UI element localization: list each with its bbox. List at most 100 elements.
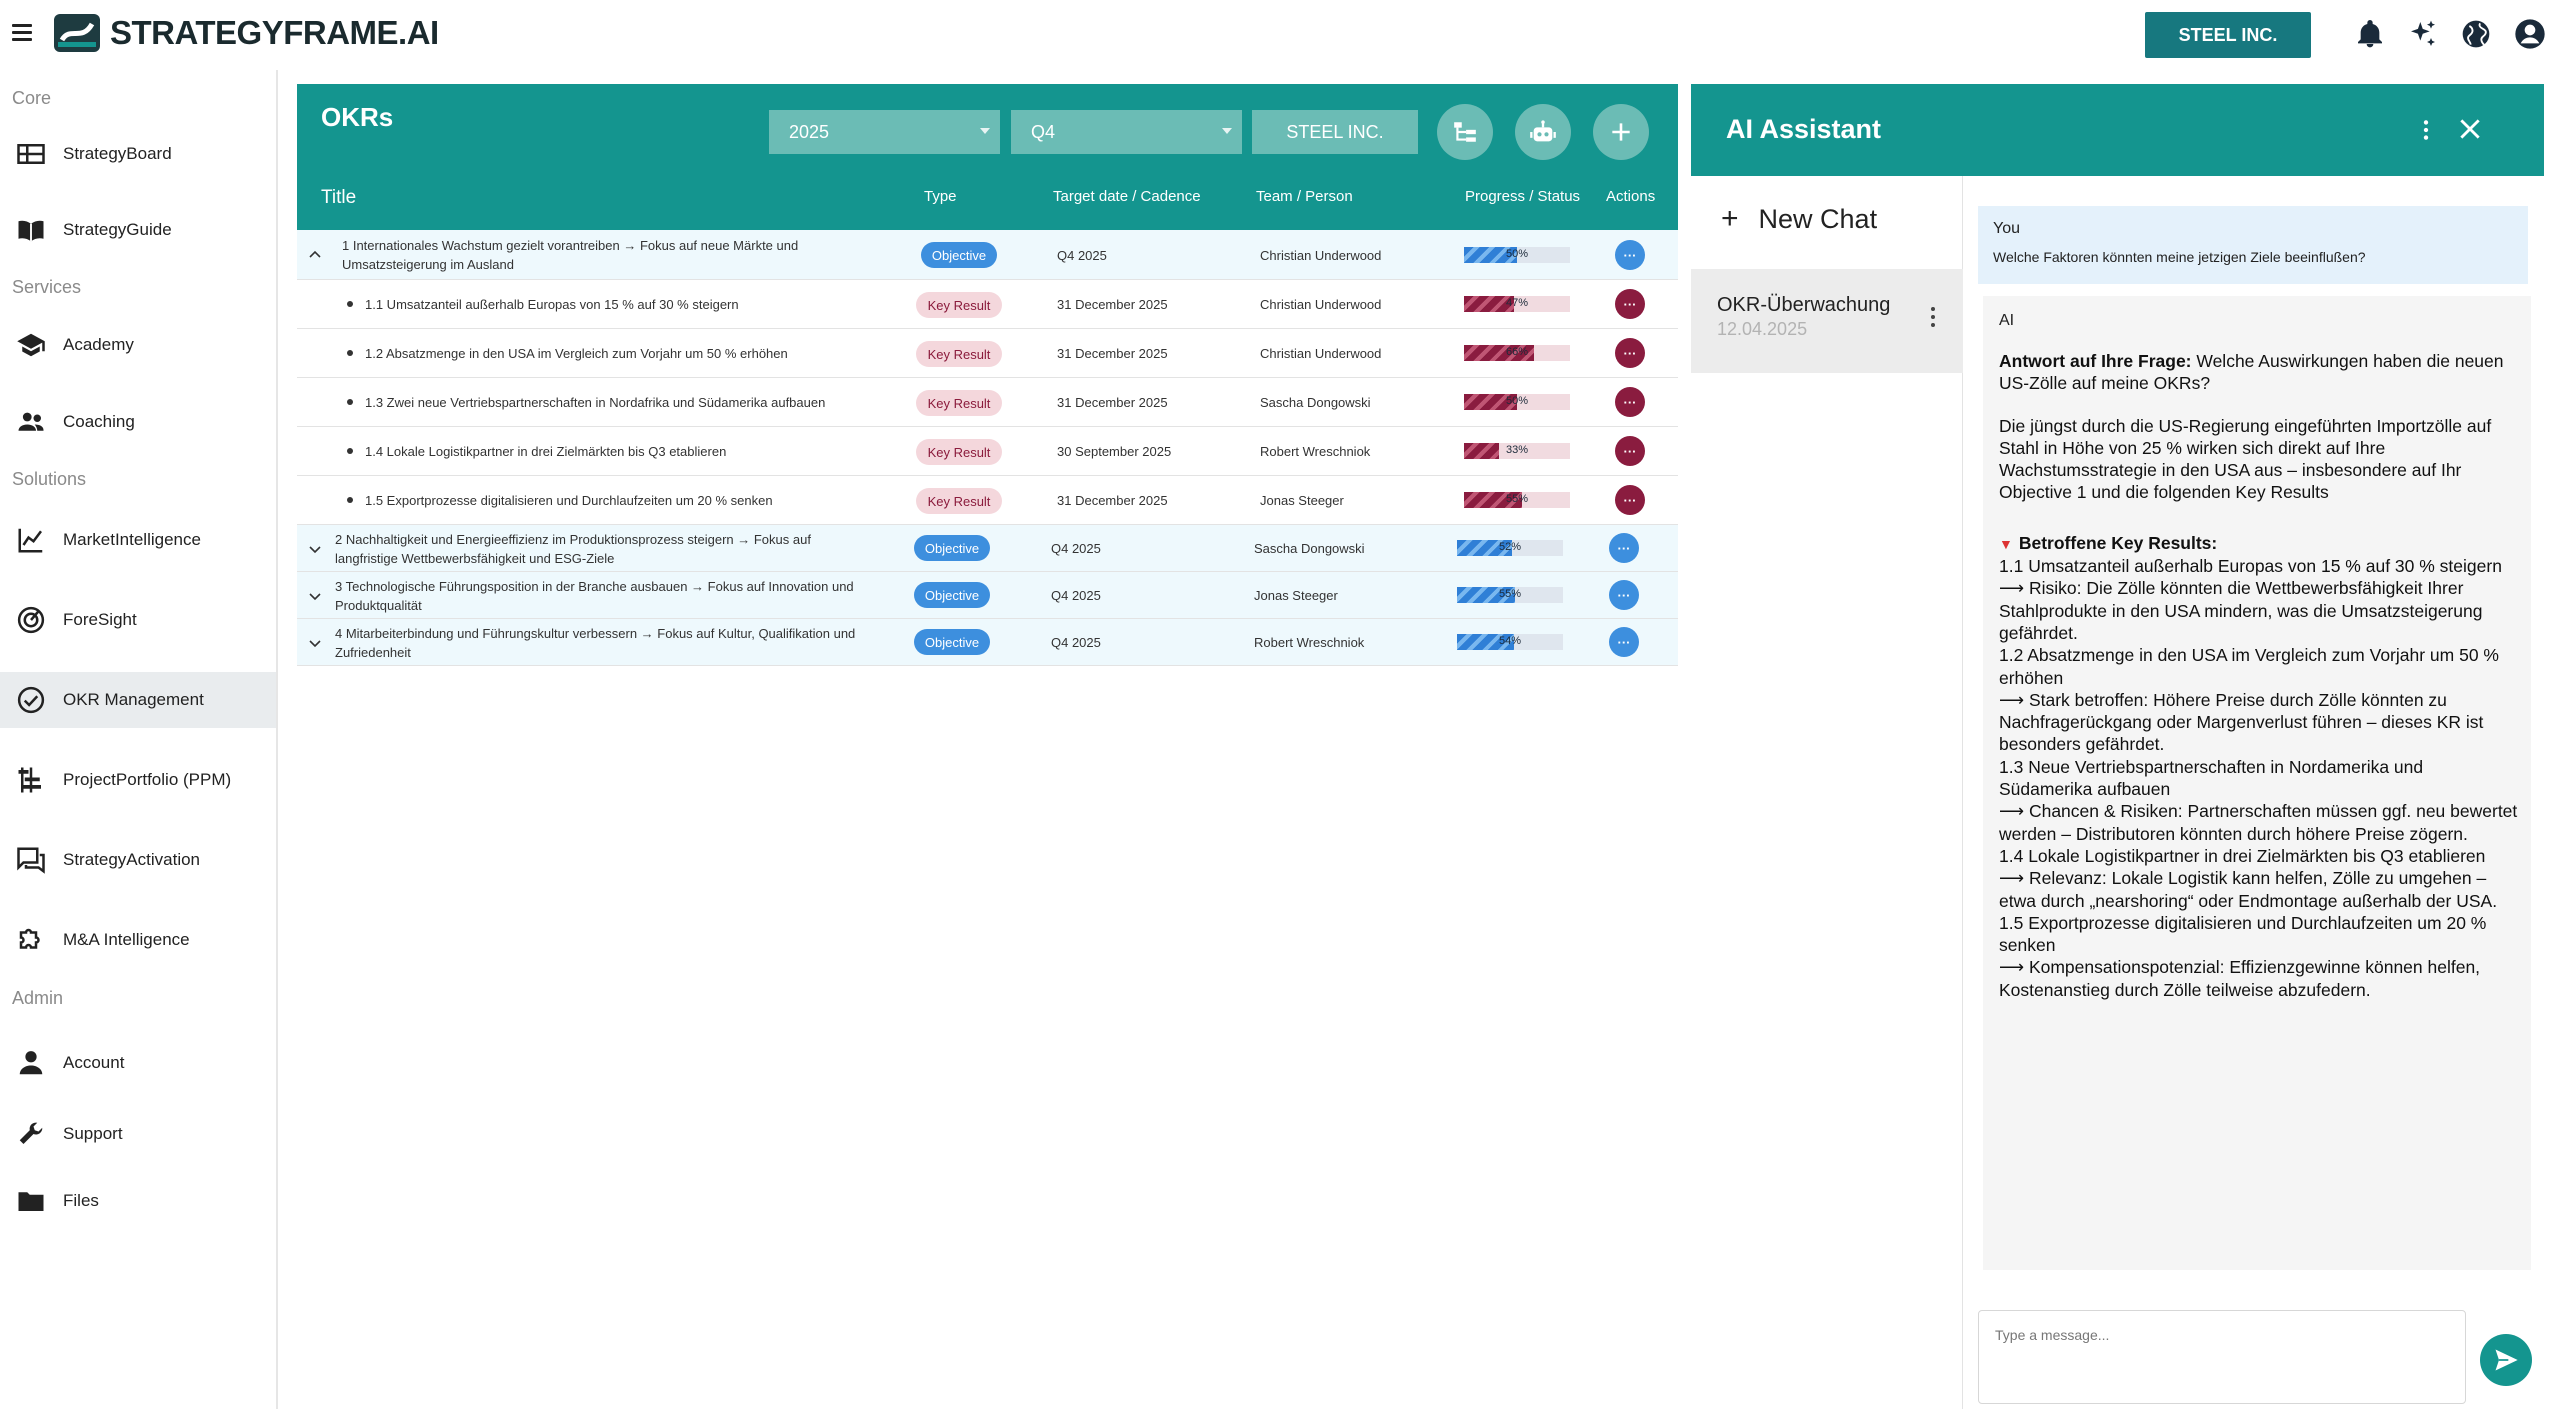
table-row[interactable]: 1.4 Lokale Logistikpartner in drei Zielm…: [297, 427, 1678, 476]
table-row[interactable]: 1 Internationales Wachstum gezielt voran…: [297, 230, 1678, 280]
sidebar-item-marketintelligence[interactable]: MarketIntelligence: [0, 512, 276, 568]
row-actions-button[interactable]: ···: [1615, 485, 1645, 515]
check-circle-icon: [17, 686, 45, 714]
brand-name: STRATEGYFRAME.AI: [110, 14, 439, 51]
quarter-select[interactable]: Q4: [1011, 110, 1242, 154]
sidebar-item-foresight[interactable]: ForeSight: [0, 592, 276, 648]
sparkle-icon[interactable]: [2407, 18, 2439, 50]
ai-line: ⟶ Risiko: Die Zölle könnten die Wettbewe…: [1999, 578, 2483, 643]
bell-icon[interactable]: [2354, 18, 2386, 50]
sidebar-item-label: StrategyActivation: [63, 850, 201, 869]
account-circle-icon[interactable]: [2514, 18, 2546, 50]
sidebar-item-coaching[interactable]: Coaching: [0, 394, 276, 450]
hierarchy-button[interactable]: [1437, 104, 1493, 160]
column-target: Target date / Cadence: [1053, 188, 1201, 205]
sidebar-item-strategyguide[interactable]: StrategyGuide: [0, 202, 276, 258]
sidebar-item-projectportfolio[interactable]: ProjectPortfolio (PPM): [0, 752, 276, 808]
table-row[interactable]: 1.2 Absatzmenge in den USA im Vergleich …: [297, 329, 1678, 378]
row-actions-button[interactable]: ···: [1609, 627, 1639, 657]
user-message: You Welche Faktoren könnten meine jetzig…: [1978, 206, 2528, 284]
send-button[interactable]: [2480, 1334, 2532, 1386]
chevron-down-icon[interactable]: [307, 588, 323, 604]
radar-icon: [17, 606, 45, 634]
row-actions-button[interactable]: ···: [1615, 289, 1645, 319]
chevron-down-icon[interactable]: [307, 541, 323, 557]
table-row[interactable]: 3 Technologische Führungsposition in der…: [297, 572, 1678, 619]
target-date: Q4 2025: [1051, 588, 1101, 603]
row-title: 2 Nachhaltigkeit und Energieeffizienz im…: [335, 532, 811, 566]
okr-title: OKRs: [321, 102, 394, 132]
sidebar-item-label: ForeSight: [63, 610, 137, 629]
progress-bar: 50%: [1464, 394, 1570, 410]
bullet: [347, 399, 353, 405]
company-button[interactable]: STEEL INC.: [2145, 12, 2311, 58]
sidebar-item-label: Academy: [63, 335, 134, 354]
chat-item[interactable]: OKR-Überwachung 12.04.2025: [1691, 269, 1963, 373]
sidebar-item-support[interactable]: Support: [0, 1106, 276, 1162]
plus-icon: [1612, 123, 1630, 141]
sidebar-item-academy[interactable]: Academy: [0, 317, 276, 373]
chevron-up-icon[interactable]: [307, 247, 323, 263]
row-title: 1 Internationales Wachstum gezielt voran…: [342, 238, 799, 272]
people-icon: [18, 412, 44, 431]
new-chat-button[interactable]: + New Chat: [1721, 202, 1877, 236]
row-actions-button[interactable]: ···: [1609, 580, 1639, 610]
person: Jonas Steeger: [1254, 588, 1338, 603]
globe-icon[interactable]: [2460, 18, 2492, 50]
type-chip: Key Result: [916, 488, 1002, 514]
table-row[interactable]: 2 Nachhaltigkeit und Energieeffizienz im…: [297, 525, 1678, 572]
sidebar-item-files[interactable]: Files: [0, 1173, 276, 1229]
person: Christian Underwood: [1260, 248, 1382, 263]
ai-section-heading: ▼ Betroffene Key Results:: [1999, 532, 2519, 555]
triangle-down-icon: ▼: [1999, 535, 2013, 552]
row-actions-button[interactable]: ···: [1615, 338, 1645, 368]
row-actions-button[interactable]: ···: [1615, 240, 1645, 270]
sidebar-item-strategyactivation[interactable]: StrategyActivation: [0, 832, 276, 888]
ai-assistant-panel: AI Assistant + New Chat OKR-Überwachung …: [1691, 84, 2544, 1409]
row-title: 1.1 Umsatzanteil außerhalb Europas von 1…: [365, 297, 739, 312]
sidebar-item-label: Coaching: [63, 412, 135, 431]
gantt-icon: [18, 767, 41, 793]
target-date: Q4 2025: [1057, 248, 1107, 263]
progress-bar: 50%: [1464, 247, 1570, 263]
table-row[interactable]: 4 Mitarbeiterbindung und Führungskultur …: [297, 619, 1678, 666]
ai-section-title: Betroffene Key Results:: [2018, 532, 2218, 553]
row-actions-button[interactable]: ···: [1609, 533, 1639, 563]
progress-label: 55%: [1498, 588, 1522, 600]
target-date: 31 December 2025: [1057, 493, 1168, 508]
table-row[interactable]: 1.3 Zwei neue Vertriebspartnerschaften i…: [297, 378, 1678, 427]
progress-label: 47%: [1505, 297, 1529, 309]
chevron-down-icon[interactable]: [307, 635, 323, 651]
table-row[interactable]: 1.5 Exportprozesse digitalisieren und Du…: [297, 476, 1678, 525]
board-icon: [17, 144, 45, 164]
type-chip: Key Result: [916, 292, 1002, 318]
ai-robot-button[interactable]: [1515, 104, 1571, 160]
close-icon[interactable]: [2457, 116, 2483, 142]
sidebar-item-ma-intelligence[interactable]: M&A Intelligence: [0, 912, 276, 968]
menu-icon[interactable]: [12, 24, 32, 44]
type-chip: Objective: [914, 582, 990, 608]
sidebar-item-strategyboard[interactable]: StrategyBoard: [0, 126, 276, 182]
target-date: 31 December 2025: [1057, 346, 1168, 361]
sidebar-item-label: OKR Management: [63, 690, 204, 709]
wrench-icon: [19, 1122, 43, 1144]
ai-message-body: Antwort auf Ihre Frage: Welche Auswirkun…: [1999, 350, 2519, 1001]
year-select[interactable]: 2025: [769, 110, 1000, 154]
more-vert-icon[interactable]: [2413, 116, 2439, 144]
sidebar-item-okr-management[interactable]: OKR Management: [0, 672, 276, 728]
logo[interactable]: STRATEGYFRAME.AI: [52, 12, 439, 54]
message-input[interactable]: Type a message...: [1978, 1310, 2466, 1404]
table-row[interactable]: 1.1 Umsatzanteil außerhalb Europas von 1…: [297, 280, 1678, 329]
more-vert-icon[interactable]: [1931, 307, 1937, 331]
ai-line: ⟶ Kompensationspotenzial: Effizienzgewin…: [1999, 957, 2481, 1000]
progress-label: 54%: [1498, 635, 1522, 647]
add-okr-button[interactable]: [1593, 104, 1649, 160]
sidebar-item-account[interactable]: Account: [0, 1035, 276, 1091]
row-actions-button[interactable]: ···: [1615, 436, 1645, 466]
chevron-down-icon: [980, 128, 990, 134]
company-filter[interactable]: STEEL INC.: [1252, 110, 1418, 154]
ai-title: AI Assistant: [1726, 114, 1882, 144]
bullet: [347, 497, 353, 503]
progress-bar: 66%: [1464, 345, 1570, 361]
row-actions-button[interactable]: ···: [1615, 387, 1645, 417]
